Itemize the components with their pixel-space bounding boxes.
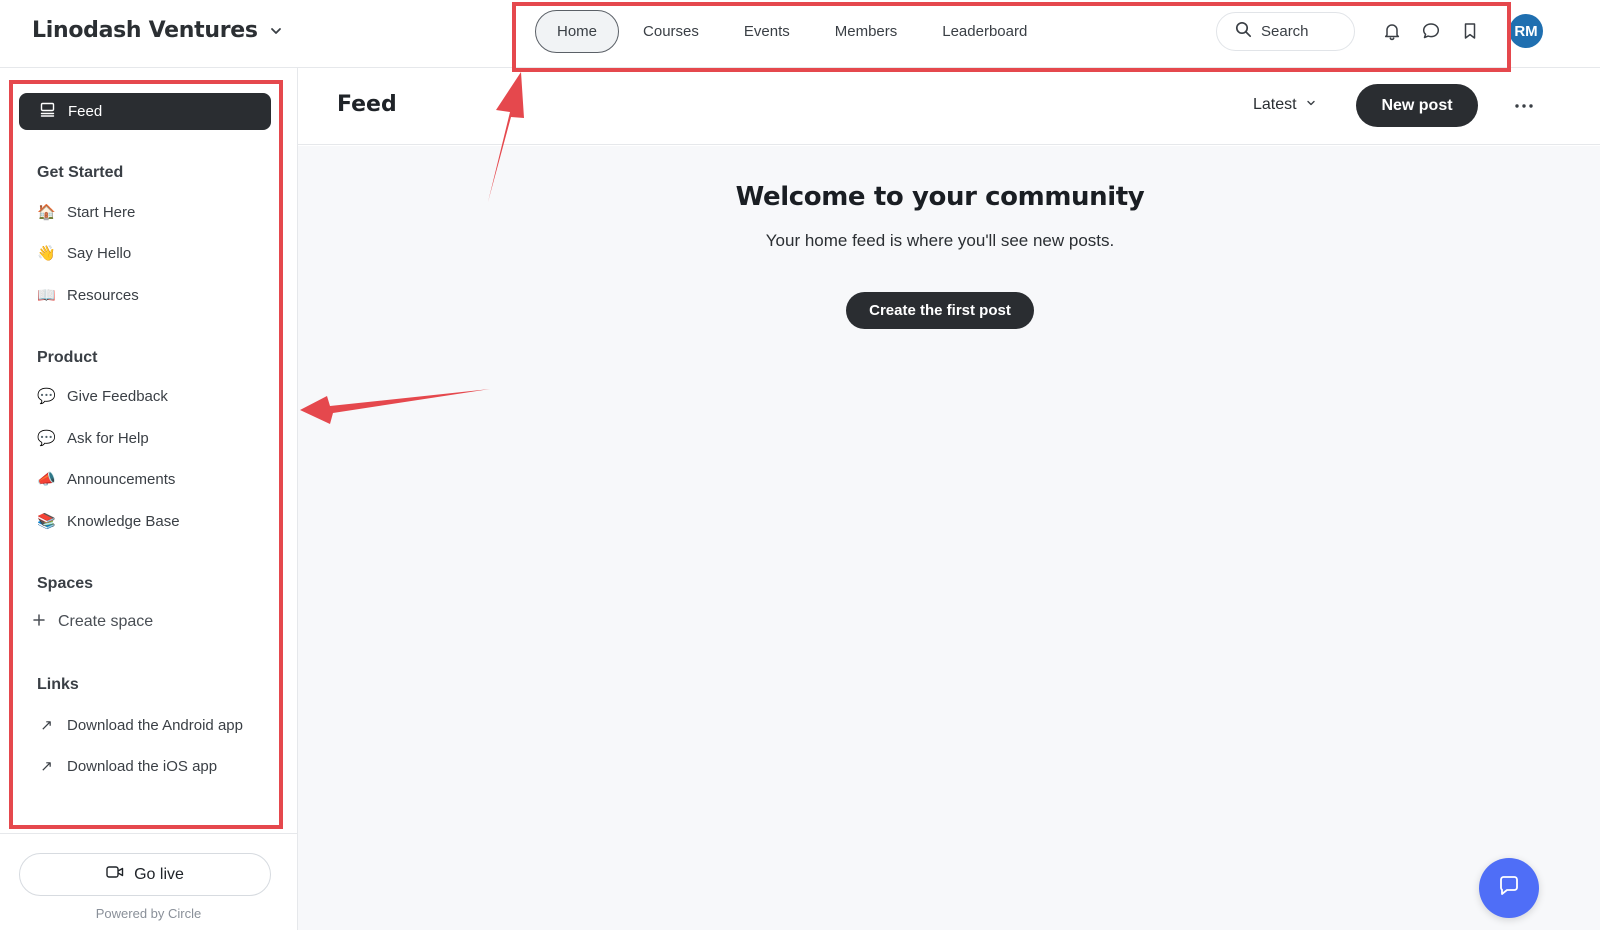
chat-icon bbox=[1496, 873, 1522, 904]
nav-home[interactable]: Home bbox=[535, 10, 620, 53]
more-options-icon[interactable] bbox=[1511, 94, 1537, 118]
nav-leaderboard[interactable]: Leaderboard bbox=[921, 10, 1048, 53]
sidebar-item-label: Give Feedback bbox=[67, 388, 168, 405]
sidebar-item-ask-for-help[interactable]: 💬 Ask for Help bbox=[37, 430, 149, 447]
create-first-post-button[interactable]: Create the first post bbox=[846, 292, 1034, 329]
chevron-down-icon bbox=[268, 23, 284, 39]
new-post-button[interactable]: New post bbox=[1356, 84, 1478, 127]
sidebar-item-label: Start Here bbox=[67, 204, 136, 221]
feed-content: Welcome to your community Your home feed… bbox=[298, 146, 1600, 930]
sidebar-item-label: Download the iOS app bbox=[67, 758, 218, 775]
community-switcher[interactable]: Linodash Ventures bbox=[32, 18, 284, 43]
books-icon: 📚 bbox=[37, 513, 56, 530]
sort-dropdown[interactable]: Latest bbox=[1253, 96, 1317, 114]
powered-by-link[interactable]: Powered by Circle bbox=[0, 906, 297, 921]
search-button[interactable]: Search bbox=[1216, 12, 1355, 51]
create-space-label: Create space bbox=[58, 613, 154, 630]
bookmark-icon[interactable] bbox=[1459, 20, 1481, 42]
go-live-button[interactable]: Go live bbox=[19, 853, 271, 896]
search-icon bbox=[1235, 21, 1252, 42]
link-ios-app[interactable]: ↗ Download the iOS app bbox=[37, 758, 217, 775]
feed-icon bbox=[39, 101, 56, 122]
sidebar-item-label: Say Hello bbox=[67, 245, 132, 262]
avatar[interactable]: RM bbox=[1509, 14, 1543, 48]
section-title-links: Links bbox=[37, 676, 79, 693]
sidebar-item-label: Announcements bbox=[67, 471, 176, 488]
sidebar-item-label: Ask for Help bbox=[67, 430, 149, 447]
go-live-label: Go live bbox=[134, 865, 184, 883]
sidebar-item-label: Knowledge Base bbox=[67, 513, 180, 530]
sidebar-item-start-here[interactable]: 🏠 Start Here bbox=[37, 204, 135, 221]
sidebar-item-say-hello[interactable]: 👋 Say Hello bbox=[37, 245, 131, 262]
bell-icon[interactable] bbox=[1381, 20, 1403, 42]
chat-bubble-icon[interactable] bbox=[1420, 20, 1442, 42]
speech-bubble-icon: 💬 bbox=[37, 430, 56, 447]
create-space-button[interactable]: Create space bbox=[33, 613, 153, 631]
search-label: Search bbox=[1261, 23, 1309, 40]
section-title-spaces: Spaces bbox=[37, 575, 94, 592]
sidebar: Feed Get Started 🏠 Start Here 👋 Say Hell… bbox=[0, 68, 298, 949]
sort-label: Latest bbox=[1253, 96, 1297, 113]
waving-hand-icon: 👋 bbox=[37, 245, 56, 262]
page-title: Feed bbox=[337, 92, 397, 117]
nav-members[interactable]: Members bbox=[814, 10, 919, 53]
main-nav: Home Courses Events Members Leaderboard bbox=[535, 10, 1051, 53]
welcome-subtitle: Your home feed is where you'll see new p… bbox=[765, 231, 1115, 250]
house-icon: 🏠 bbox=[37, 204, 56, 221]
sidebar-item-label: Feed bbox=[68, 103, 103, 120]
main-header: Feed Latest New post bbox=[298, 68, 1600, 145]
top-header: Linodash Ventures Home Courses Events Me… bbox=[0, 0, 1600, 68]
sidebar-item-give-feedback[interactable]: 💬 Give Feedback bbox=[37, 388, 168, 405]
section-title-get-started: Get Started bbox=[37, 164, 124, 181]
link-android-app[interactable]: ↗ Download the Android app bbox=[37, 717, 243, 734]
external-link-icon: ↗ bbox=[40, 758, 53, 775]
plus-icon bbox=[33, 613, 45, 631]
sidebar-item-knowledge-base[interactable]: 📚 Knowledge Base bbox=[37, 513, 180, 530]
megaphone-icon: 📣 bbox=[37, 471, 56, 488]
video-camera-icon bbox=[106, 865, 124, 884]
nav-events[interactable]: Events bbox=[723, 10, 811, 53]
sidebar-item-announcements[interactable]: 📣 Announcements bbox=[37, 471, 175, 488]
chat-launcher-button[interactable] bbox=[1479, 858, 1539, 918]
section-title-product: Product bbox=[37, 349, 98, 366]
sidebar-item-label: Download the Android app bbox=[67, 717, 243, 734]
external-link-icon: ↗ bbox=[40, 717, 53, 734]
sidebar-item-feed[interactable]: Feed bbox=[19, 93, 271, 130]
sidebar-item-resources[interactable]: 📖 Resources bbox=[37, 287, 139, 304]
sidebar-item-label: Resources bbox=[67, 287, 139, 304]
speech-bubble-icon: 💬 bbox=[37, 388, 56, 405]
community-name: Linodash Ventures bbox=[32, 18, 258, 43]
bottom-strip bbox=[0, 930, 1600, 949]
open-book-icon: 📖 bbox=[37, 287, 56, 304]
nav-courses[interactable]: Courses bbox=[622, 10, 720, 53]
welcome-title: Welcome to your community bbox=[735, 182, 1145, 212]
chevron-down-icon bbox=[1305, 96, 1317, 114]
